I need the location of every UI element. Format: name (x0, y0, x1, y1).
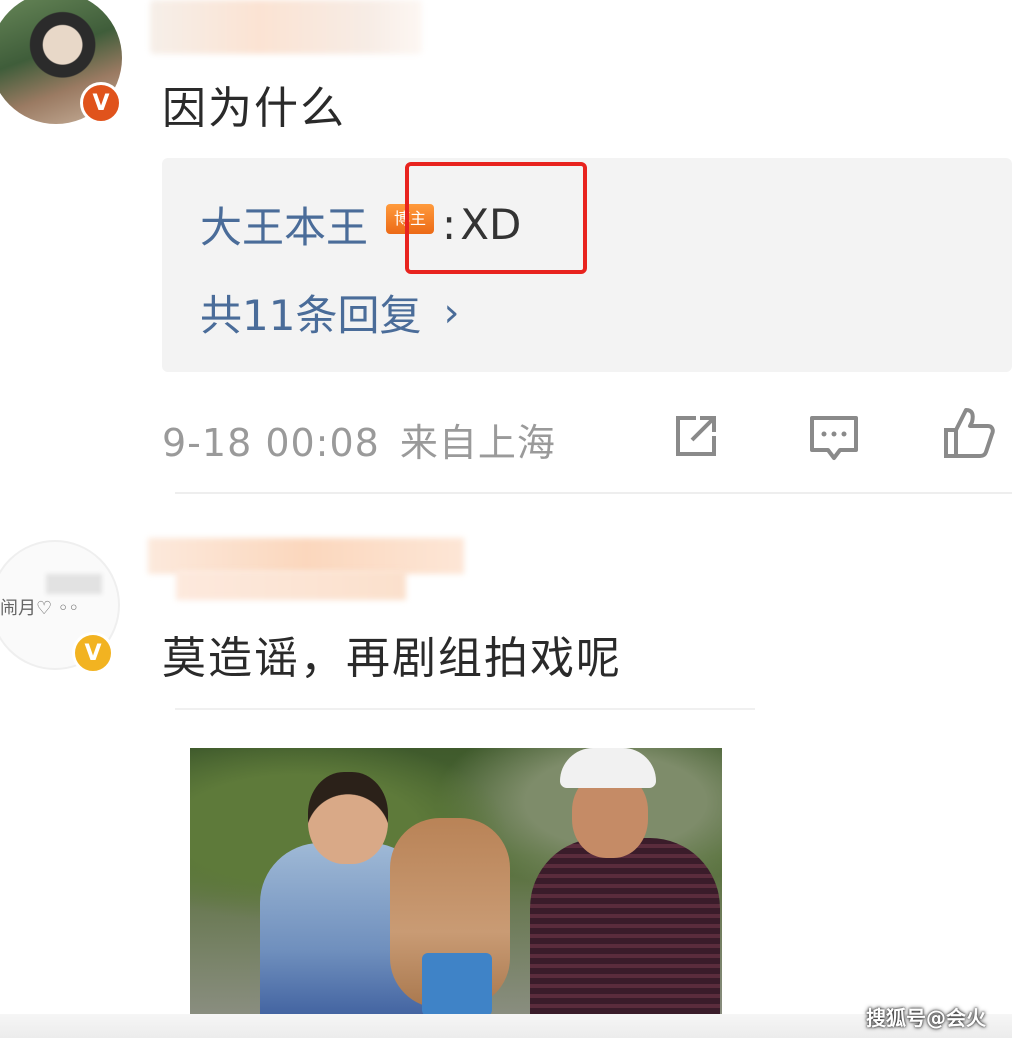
like-icon[interactable] (940, 404, 996, 460)
blurred-username[interactable] (148, 538, 464, 574)
verified-badge-icon: V (72, 632, 114, 674)
comment-time: 9-18 00:08 (162, 421, 380, 465)
reply-count-label: 共11条回复 (200, 291, 422, 340)
blurred-avatar-detail (46, 574, 102, 594)
blurred-username[interactable] (150, 0, 422, 54)
photo-person-right (530, 838, 720, 1016)
photo-stool (422, 953, 492, 1016)
view-replies-link[interactable]: 共11条回复 › (200, 282, 459, 343)
verified-badge-icon: V (80, 82, 122, 124)
share-icon[interactable] (668, 408, 724, 464)
comment-photo[interactable] (190, 748, 722, 1016)
bottom-bar (0, 1014, 1012, 1038)
blurred-username-shadow (176, 570, 406, 600)
watermark: 搜狐号@会火 (866, 1006, 986, 1030)
photo-white-cap (560, 748, 656, 788)
divider (175, 492, 1012, 494)
photo-person-left-head (308, 772, 388, 864)
highlight-box (405, 162, 587, 274)
reply-author[interactable]: 大王本王 (200, 194, 368, 255)
comment-icon[interactable] (806, 410, 862, 466)
comment-location: 来自上海 (399, 421, 556, 465)
comment-text: 因为什么 (162, 83, 346, 134)
comment-text: 莫造谣，再剧组拍戏呢 (162, 633, 622, 684)
avatar-text: 闹月♡ ◦◦ (0, 598, 80, 619)
comment-meta: 9-18 00:08 来自上海 (162, 412, 556, 467)
divider (175, 708, 755, 710)
chevron-right-icon: › (443, 289, 460, 336)
